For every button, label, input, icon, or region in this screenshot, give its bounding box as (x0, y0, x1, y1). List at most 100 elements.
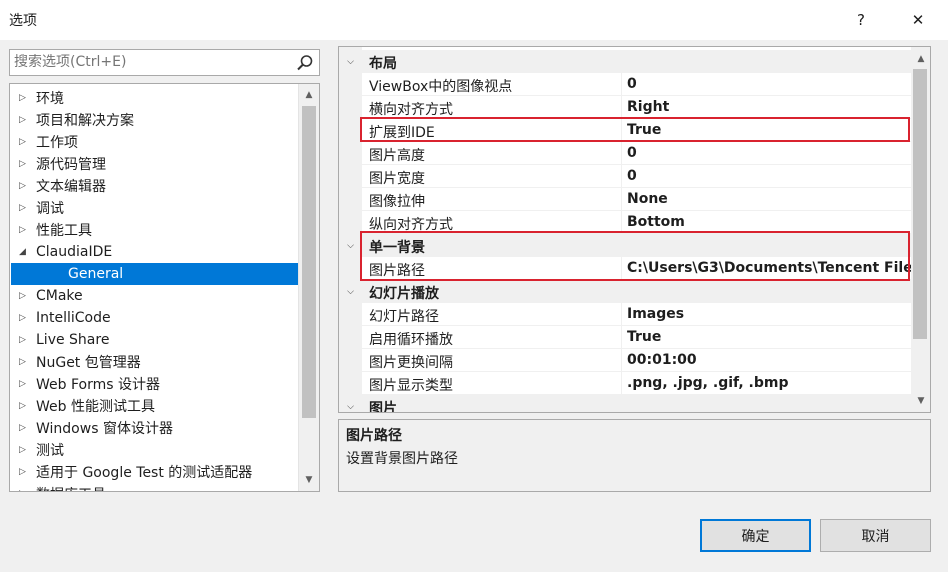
scroll-up-icon[interactable]: ▲ (911, 50, 930, 68)
tree-item[interactable]: ▷ IntelliCode (11, 307, 298, 329)
property-row[interactable]: 幻灯片路径 Images (339, 303, 912, 326)
expand-arrow-icon[interactable]: ▷ (19, 423, 31, 433)
property-value[interactable]: C:\Users\G3\Documents\Tencent Files (627, 260, 912, 276)
tree-item[interactable]: ▷ 项目和解决方案 (11, 109, 298, 131)
tree-item-label: IntelliCode (36, 310, 111, 326)
tree-item[interactable]: ▷ 适用于 Google Test 的测试适配器 (11, 461, 298, 483)
help-button[interactable]: ? (841, 6, 881, 34)
tree-item[interactable]: ▷ Web Forms 设计器 (11, 373, 298, 395)
tree-item-label: CMake (36, 288, 83, 304)
collapse-chevron-icon[interactable]: ⌵ (339, 50, 362, 73)
grid-scrollbar[interactable]: ▲ ▼ (911, 47, 930, 412)
tree-item-label: 适用于 Google Test 的测试适配器 (36, 465, 253, 481)
property-value[interactable]: 0 (627, 76, 912, 92)
property-value[interactable]: 0 (627, 168, 912, 184)
expand-arrow-icon[interactable]: ▷ (19, 313, 31, 323)
category-label: 布局 (369, 56, 397, 72)
tree-item[interactable]: ▷ Web 性能测试工具 (11, 395, 298, 417)
property-row[interactable]: 扩展到IDE True (339, 119, 912, 142)
expand-arrow-icon[interactable]: ▷ (19, 489, 31, 491)
expand-arrow-icon[interactable]: ▷ (19, 445, 31, 455)
expand-arrow-icon[interactable]: ▷ (19, 137, 31, 147)
scroll-up-icon[interactable]: ▲ (299, 86, 319, 104)
property-row[interactable]: 横向对齐方式 Right (339, 96, 912, 119)
property-value[interactable]: True (627, 329, 912, 345)
tree-item[interactable]: ▷ 调试 (11, 197, 298, 219)
expand-arrow-icon[interactable]: ▷ (19, 181, 31, 191)
property-value[interactable]: True (627, 122, 912, 138)
tree-item[interactable]: ▷ 源代码管理 (11, 153, 298, 175)
property-name: 图片更换间隔 (369, 355, 453, 371)
tree-item[interactable]: ▷ 工作项 (11, 131, 298, 153)
expand-arrow-icon[interactable]: ▷ (19, 203, 31, 213)
expand-arrow-icon[interactable]: ▷ (19, 401, 31, 411)
category-row[interactable]: ⌵ 图片 (339, 395, 912, 413)
property-row[interactable]: 纵向对齐方式 Bottom (339, 211, 912, 234)
scroll-down-icon[interactable]: ▼ (911, 392, 930, 410)
column-divider (621, 96, 622, 119)
category-row[interactable]: ⌵ 幻灯片播放 (339, 280, 912, 303)
property-row[interactable]: 图像拉伸 None (339, 188, 912, 211)
property-value[interactable]: Bottom (627, 214, 912, 230)
tree-item[interactable]: ▷ NuGet 包管理器 (11, 351, 298, 373)
tree-item[interactable]: General (11, 263, 298, 285)
ok-button[interactable]: 确定 (700, 519, 811, 552)
search-icon[interactable] (295, 53, 315, 73)
tree-item[interactable]: ▷ CMake (11, 285, 298, 307)
tree-item[interactable]: ▷ 文本编辑器 (11, 175, 298, 197)
expand-arrow-icon[interactable]: ▷ (19, 115, 31, 125)
property-row[interactable]: 启用循环播放 True (339, 326, 912, 349)
tree-item-label: 环境 (36, 91, 64, 107)
property-row[interactable]: ViewBox中的图像视点 0 (339, 73, 912, 96)
tree-item[interactable]: ▷ 数据库工具 (11, 483, 298, 491)
property-name: 幻灯片路径 (369, 309, 439, 325)
scroll-thumb[interactable] (913, 69, 927, 339)
property-row[interactable]: 图片宽度 0 (339, 165, 912, 188)
expand-arrow-icon[interactable]: ▷ (19, 93, 31, 103)
column-divider (621, 73, 622, 96)
property-value[interactable]: Images (627, 306, 912, 322)
property-row[interactable]: 图片显示类型 .png, .jpg, .gif, .bmp (339, 372, 912, 395)
expanded-arrow-icon[interactable]: ◢ (19, 247, 31, 257)
property-grid[interactable]: ⌵ 图片 图片显示类型 .png, .jpg, .gif, .bmp 图片更换间隔 00:… (338, 46, 931, 413)
tree-scrollbar[interactable]: ▲ ▼ (298, 84, 319, 491)
property-value[interactable]: .png, .jpg, .gif, .bmp (627, 375, 912, 391)
tree-item-label: 工作项 (36, 135, 78, 151)
scroll-down-icon[interactable]: ▼ (299, 471, 319, 489)
options-tree[interactable]: ▷ 数据库工具 ▷ 适用于 Google Test 的测试适配器 ▷ 测试 ▷ Windows… (9, 83, 320, 492)
tree-item-label: NuGet 包管理器 (36, 355, 141, 371)
category-label: 单一背景 (369, 240, 425, 256)
tree-item[interactable]: ▷ Windows 窗体设计器 (11, 417, 298, 439)
property-row[interactable]: 图片高度 0 (339, 142, 912, 165)
expand-arrow-icon[interactable]: ▷ (19, 225, 31, 235)
property-value[interactable]: 0 (627, 145, 912, 161)
tree-item[interactable]: ◢ ClaudiaIDE (11, 241, 298, 263)
category-row[interactable]: ⌵ 单一背景 (339, 234, 912, 257)
tree-item-label: 数据库工具 (36, 484, 106, 491)
search-input[interactable] (14, 54, 284, 70)
expand-arrow-icon[interactable]: ▷ (19, 335, 31, 345)
cancel-button[interactable]: 取消 (820, 519, 931, 552)
property-value[interactable]: None (627, 191, 912, 207)
collapse-chevron-icon[interactable]: ⌵ (339, 280, 362, 303)
expand-arrow-icon[interactable]: ▷ (19, 291, 31, 301)
search-box[interactable] (9, 49, 320, 76)
property-value[interactable]: 00:01:00 (627, 352, 912, 368)
expand-arrow-icon[interactable]: ▷ (19, 379, 31, 389)
property-value[interactable]: Right (627, 99, 912, 115)
tree-item[interactable]: ▷ Live Share (11, 329, 298, 351)
property-row[interactable]: 图片更换间隔 00:01:00 (339, 349, 912, 372)
expand-arrow-icon[interactable]: ▷ (19, 159, 31, 169)
property-row[interactable]: 图片路径 C:\Users\G3\Documents\Tencent Files (339, 257, 912, 280)
tree-item[interactable]: ▷ 测试 (11, 439, 298, 461)
close-button[interactable]: ✕ (898, 6, 938, 34)
scroll-thumb[interactable] (302, 106, 316, 418)
tree-item[interactable]: ▷ 环境 (11, 87, 298, 109)
expand-arrow-icon[interactable]: ▷ (19, 467, 31, 477)
collapse-chevron-icon[interactable]: ⌵ (339, 234, 362, 257)
expand-arrow-icon[interactable]: ▷ (19, 357, 31, 367)
category-label: 图片 (369, 401, 397, 413)
category-row[interactable]: ⌵ 布局 (339, 50, 912, 73)
tree-item[interactable]: ▷ 性能工具 (11, 219, 298, 241)
collapse-chevron-icon[interactable]: ⌵ (339, 395, 362, 412)
